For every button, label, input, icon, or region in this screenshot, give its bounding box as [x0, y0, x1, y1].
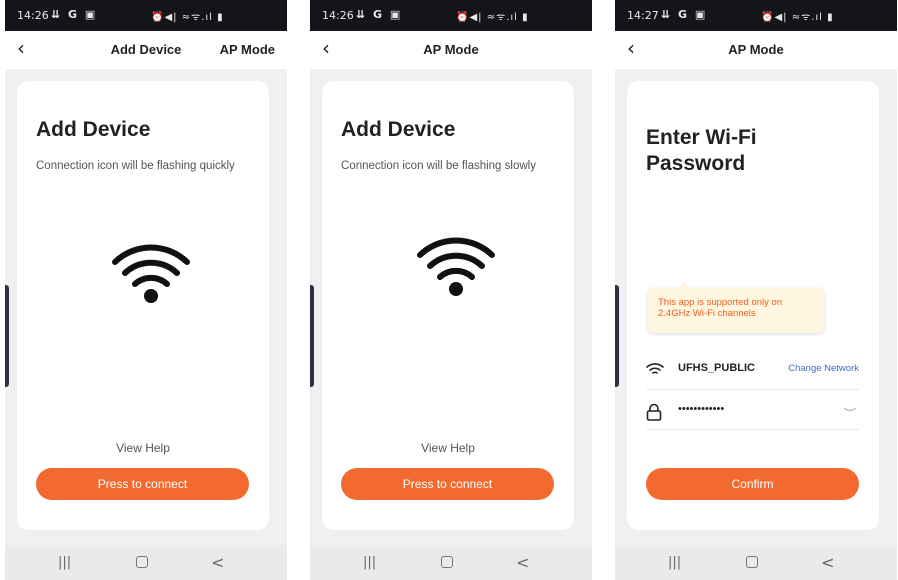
phone-screen-wifi-password: 14:27 ⇊ G ▣ ⏰◀| ≈ᯤ.ıl ▮ ‹ AP Mode Enter …	[615, 0, 897, 580]
status-time: 14:26	[17, 9, 49, 22]
system-nav-bar: ||| <	[310, 545, 592, 580]
ap-mode-button[interactable]: AP Mode	[220, 42, 275, 57]
phone-screen-add-device: 14:26 ⇊ G ▣ ⏰◀| ≈ᯤ.ıl ▮ ‹ Add Device AP …	[5, 0, 287, 580]
side-edge-accent	[5, 285, 9, 387]
wifi-form-card: Enter Wi-Fi Password This app is support…	[627, 81, 879, 530]
password-input[interactable]: ••••••••••••	[678, 403, 724, 415]
side-edge-accent	[310, 285, 314, 387]
recent-apps-icon[interactable]: |||	[363, 555, 376, 570]
system-back-icon[interactable]: <	[211, 553, 224, 572]
status-notification-icons: ⇊ G ▣	[661, 8, 708, 21]
wifi-icon	[417, 237, 495, 296]
change-network-link[interactable]: Change Network	[788, 363, 859, 374]
home-square-icon[interactable]	[136, 556, 148, 568]
instruction-card: Add Device Connection icon will be flash…	[322, 81, 574, 530]
wifi-icon	[112, 244, 190, 303]
status-system-icons: ⏰◀| ≈ᯤ.ıl ▮	[761, 12, 834, 23]
status-bar: 14:26 ⇊ G ▣ ⏰◀| ≈ᯤ.ıl ▮	[5, 0, 287, 31]
recent-apps-icon[interactable]: |||	[668, 555, 681, 570]
nav-bar: ‹ Add Device AP Mode	[5, 31, 287, 69]
home-square-icon[interactable]	[441, 556, 453, 568]
phone-screen-ap-mode: 14:26 ⇊ G ▣ ⏰◀| ≈ᯤ.ıl ▮ ‹ AP Mode Add De…	[310, 0, 592, 580]
view-help-link[interactable]: View Help	[17, 441, 269, 455]
nav-title: AP Mode	[423, 42, 479, 57]
status-notification-icons: ⇊ G ▣	[51, 8, 98, 21]
ssid-label: UFHS_PUBLIC	[678, 362, 756, 374]
lock-icon	[646, 403, 662, 421]
card-subtitle: Connection icon will be flashing slowly	[341, 160, 536, 172]
password-field[interactable]: ••••••••••••	[646, 399, 859, 430]
card-title: Add Device	[36, 118, 151, 141]
system-nav-bar: ||| <	[615, 545, 897, 580]
wifi-icon	[646, 363, 664, 374]
network-row: UFHS_PUBLIC Change Network	[646, 357, 859, 390]
nav-title: AP Mode	[728, 42, 784, 57]
system-nav-bar: ||| <	[5, 545, 287, 580]
home-square-icon[interactable]	[746, 556, 758, 568]
nav-bar: ‹ AP Mode	[310, 31, 592, 69]
nav-bar: ‹ AP Mode	[615, 31, 897, 69]
side-edge-accent	[615, 285, 619, 387]
view-help-link[interactable]: View Help	[322, 441, 574, 455]
system-back-icon[interactable]: <	[516, 553, 529, 572]
card-subtitle: Connection icon will be flashing quickly	[36, 160, 235, 172]
status-notification-icons: ⇊ G ▣	[356, 8, 403, 21]
press-to-connect-button[interactable]: Press to connect	[36, 468, 249, 500]
eye-hidden-icon[interactable]	[843, 405, 857, 415]
card-title: Add Device	[341, 118, 456, 141]
system-back-icon[interactable]: <	[821, 553, 834, 572]
frequency-tooltip: This app is supported only on 2.4GHz Wi-…	[648, 282, 824, 333]
status-system-icons: ⏰◀| ≈ᯤ.ıl ▮	[151, 12, 224, 23]
press-to-connect-button[interactable]: Press to connect	[341, 468, 554, 500]
status-bar: 14:27 ⇊ G ▣ ⏰◀| ≈ᯤ.ıl ▮	[615, 0, 897, 31]
instruction-card: Add Device Connection icon will be flash…	[17, 81, 269, 530]
recent-apps-icon[interactable]: |||	[58, 555, 71, 570]
status-time: 14:27	[627, 9, 659, 22]
status-system-icons: ⏰◀| ≈ᯤ.ıl ▮	[456, 12, 529, 23]
status-bar: 14:26 ⇊ G ▣ ⏰◀| ≈ᯤ.ıl ▮	[310, 0, 592, 31]
confirm-button[interactable]: Confirm	[646, 468, 859, 500]
card-title: Enter Wi-Fi Password	[646, 126, 757, 175]
status-time: 14:26	[322, 9, 354, 22]
